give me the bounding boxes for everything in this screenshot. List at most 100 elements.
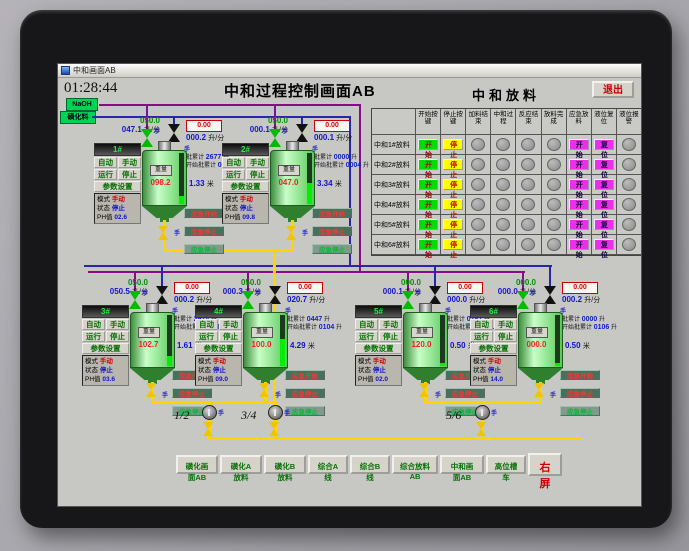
params-button[interactable]: 参数设置 — [222, 181, 269, 192]
nav-button[interactable]: 中和画面AB — [440, 455, 484, 482]
stop-button[interactable]: 停止 — [246, 169, 269, 180]
row-reset-button[interactable]: 复位 — [593, 179, 614, 199]
row-reset-button[interactable]: 复位 — [593, 219, 614, 239]
nav-button[interactable]: 综合B线 — [350, 455, 390, 482]
row-stop-button[interactable]: 停止 — [443, 239, 464, 259]
row-start-button[interactable]: 开始 — [418, 179, 439, 199]
emergency-start-button[interactable]: 应急开始 — [184, 208, 224, 218]
params-button[interactable]: 参数设置 — [195, 343, 242, 354]
emergency-stop-disabled-button[interactable]: 应急停止 — [285, 406, 325, 416]
stop-button[interactable]: 停止 — [106, 331, 129, 342]
row-reset-button[interactable]: 复位 — [593, 139, 614, 159]
emergency-stop-button[interactable]: 应急停止 — [285, 388, 325, 398]
stop-button[interactable]: 停止 — [118, 169, 141, 180]
emergency-stop-button[interactable]: 应急停止 — [312, 226, 352, 236]
row-start-button[interactable]: 开始 — [418, 219, 439, 239]
nav-button[interactable]: 磺化A放料 — [220, 455, 262, 482]
discharge-valve-icon[interactable] — [534, 383, 544, 397]
emergency-stop-button[interactable]: 应急停止 — [184, 226, 224, 236]
run-button[interactable]: 运行 — [195, 331, 218, 342]
feed-valve-icon[interactable] — [269, 129, 281, 147]
manual-button[interactable]: 手动 — [118, 157, 141, 168]
nav-button[interactable]: 综合A线 — [308, 455, 348, 482]
row-reset-button[interactable]: 复位 — [593, 199, 614, 219]
pump-icon[interactable] — [268, 405, 283, 420]
row-start-button[interactable]: 开始 — [418, 159, 439, 179]
params-button[interactable]: 参数设置 — [94, 181, 141, 192]
auto-button[interactable]: 自动 — [222, 157, 245, 168]
pump-valve-icon[interactable] — [269, 422, 279, 436]
nav-button[interactable]: 综合放料AB — [392, 455, 438, 481]
row-emergency-button[interactable]: 开始 — [568, 219, 589, 239]
manual-button[interactable]: 手动 — [494, 319, 517, 330]
nav-button[interactable]: 磺化画面AB — [176, 455, 218, 482]
auto-button[interactable]: 自动 — [195, 319, 218, 330]
auto-button[interactable]: 自动 — [470, 319, 493, 330]
emergency-start-button[interactable]: 应急开始 — [285, 370, 325, 380]
nav-button[interactable]: 高位槽车 — [486, 455, 526, 482]
emergency-stop-button[interactable]: 应急停止 — [560, 388, 600, 398]
row-start-button[interactable]: 开始 — [418, 199, 439, 219]
pump-valve-icon[interactable] — [476, 422, 486, 436]
auto-button[interactable]: 自动 — [82, 319, 105, 330]
emergency-start-button[interactable]: 应急开始 — [312, 208, 352, 218]
feed-valve-icon[interactable] — [402, 291, 414, 309]
acid-valve-icon[interactable] — [296, 124, 308, 142]
manual-button[interactable]: 手动 — [246, 157, 269, 168]
row-emergency-button[interactable]: 开始 — [568, 239, 589, 259]
discharge-valve-icon[interactable] — [286, 226, 296, 240]
row-reset-button[interactable]: 复位 — [593, 159, 614, 179]
acid-valve-icon[interactable] — [168, 124, 180, 142]
manual-button[interactable]: 手动 — [106, 319, 129, 330]
stop-button[interactable]: 停止 — [494, 331, 517, 342]
run-button[interactable]: 运行 — [470, 331, 493, 342]
acid-valve-icon[interactable] — [269, 286, 281, 304]
run-button[interactable]: 运行 — [355, 331, 378, 342]
emergency-stop-disabled-button[interactable]: 应急停止 — [560, 406, 600, 416]
run-button[interactable]: 运行 — [94, 169, 117, 180]
discharge-valve-icon[interactable] — [419, 383, 429, 397]
emergency-stop-disabled-button[interactable]: 应急停止 — [312, 244, 352, 254]
discharge-valve-icon[interactable] — [259, 383, 269, 397]
nav-button[interactable]: 右屏 — [528, 453, 562, 490]
params-button[interactable]: 参数设置 — [82, 343, 129, 354]
feed-valve-icon[interactable] — [242, 291, 254, 309]
manual-button[interactable]: 手动 — [219, 319, 242, 330]
pump-icon[interactable] — [475, 405, 490, 420]
discharge-valve-icon[interactable] — [146, 383, 156, 397]
row-stop-button[interactable]: 停止 — [443, 219, 464, 239]
row-emergency-button[interactable]: 开始 — [568, 139, 589, 159]
discharge-valve-icon[interactable] — [158, 226, 168, 240]
feed-valve-icon[interactable] — [141, 129, 153, 147]
feed-valve-icon[interactable] — [517, 291, 529, 309]
stop-button[interactable]: 停止 — [219, 331, 242, 342]
row-stop-button[interactable]: 停止 — [443, 199, 464, 219]
row-emergency-button[interactable]: 开始 — [568, 159, 589, 179]
run-button[interactable]: 运行 — [82, 331, 105, 342]
row-reset-button[interactable]: 复位 — [593, 239, 614, 259]
row-start-button[interactable]: 开始 — [418, 139, 439, 159]
emergency-stop-disabled-button[interactable]: 应急停止 — [184, 244, 224, 254]
pump-icon[interactable] — [202, 405, 217, 420]
nav-button[interactable]: 磺化B放料 — [264, 455, 306, 482]
row-stop-button[interactable]: 停止 — [443, 159, 464, 179]
row-stop-button[interactable]: 停止 — [443, 179, 464, 199]
row-emergency-button[interactable]: 开始 — [568, 179, 589, 199]
acid-valve-icon[interactable] — [156, 286, 168, 304]
exit-button[interactable]: 退出 — [592, 81, 634, 98]
run-button[interactable]: 运行 — [222, 169, 245, 180]
stop-button[interactable]: 停止 — [379, 331, 402, 342]
acid-valve-icon[interactable] — [544, 286, 556, 304]
row-emergency-button[interactable]: 开始 — [568, 199, 589, 219]
auto-button[interactable]: 自动 — [94, 157, 117, 168]
row-start-button[interactable]: 开始 — [418, 239, 439, 259]
row-stop-button[interactable]: 停止 — [443, 139, 464, 159]
feed-valve-icon[interactable] — [129, 291, 141, 309]
manual-button[interactable]: 手动 — [379, 319, 402, 330]
emergency-start-button[interactable]: 应急开始 — [560, 370, 600, 380]
pump-valve-icon[interactable] — [203, 422, 213, 436]
acid-valve-icon[interactable] — [429, 286, 441, 304]
auto-button[interactable]: 自动 — [355, 319, 378, 330]
params-button[interactable]: 参数设置 — [355, 343, 402, 354]
params-button[interactable]: 参数设置 — [470, 343, 517, 354]
